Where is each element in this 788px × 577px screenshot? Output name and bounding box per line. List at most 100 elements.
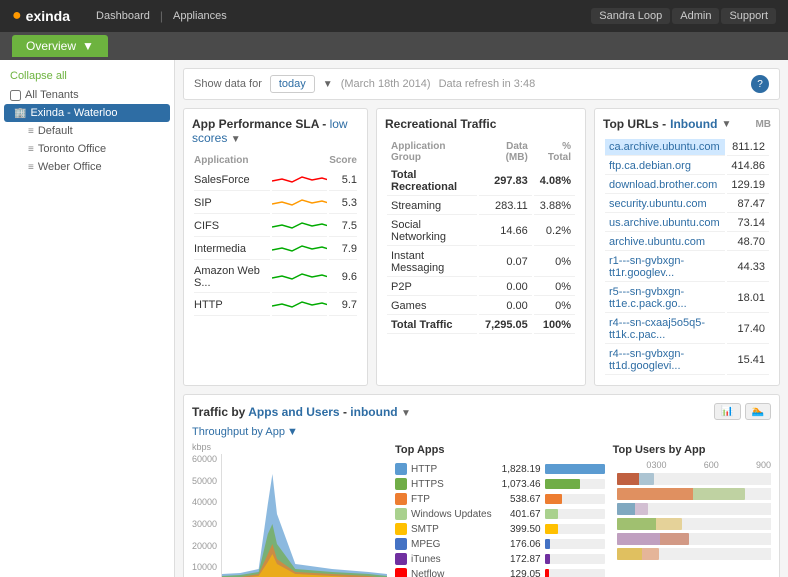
sub-nav: Overview ▼: [0, 32, 788, 60]
app-bar-row: MPEG 176.06: [395, 538, 605, 550]
charts-row: Throughput by App ▼ kbps 60000 50000 400…: [192, 426, 771, 577]
app-name: iTunes: [411, 554, 492, 565]
menu-icon-3: ≡: [28, 162, 34, 173]
nav-appliances[interactable]: Appliances: [163, 10, 237, 22]
sidebar: Collapse all All Tenants 🏢 Exinda - Wate…: [0, 60, 175, 577]
url-row: r4---sn-cxaaj5o5q5-tt1k.c.pac... 17.40: [605, 315, 769, 344]
url-value: 811.12: [727, 139, 769, 156]
user-menu[interactable]: Sandra Loop: [591, 8, 670, 24]
url-row: r5---sn-gvbxgn-tt1e.c.pack.go... 18.01: [605, 284, 769, 313]
user-bar-row: [613, 533, 771, 545]
user-bar-track: [617, 548, 771, 560]
url-value: 15.41: [727, 346, 769, 375]
chart-view-btn[interactable]: 📊: [714, 403, 740, 420]
url-text: ca.archive.ubuntu.com: [605, 139, 725, 156]
url-text: archive.ubuntu.com: [605, 234, 725, 251]
data-refresh: Data refresh in Data refresh in 3:483:48: [439, 78, 536, 90]
sidebar-item-waterloo[interactable]: 🏢 Exinda - Waterloo: [4, 104, 170, 122]
menu-icon-2: ≡: [28, 144, 34, 155]
all-tenants-checkbox[interactable]: [10, 90, 21, 101]
today-button[interactable]: today: [270, 75, 315, 93]
app-bar-track: [545, 554, 605, 564]
traffic-direction-link[interactable]: inbound: [350, 405, 397, 419]
app-color-swatch: [395, 478, 407, 490]
app-value: 129.05: [496, 569, 541, 577]
recreational-title: Recreational Traffic: [385, 117, 577, 131]
rec-pct: 100%: [534, 317, 575, 334]
app-bar-row: SMTP 399.50: [395, 523, 605, 535]
app-bar-fill: [545, 569, 549, 577]
overview-tab[interactable]: Overview ▼: [12, 35, 108, 57]
sla-app-name: Intermedia: [194, 239, 270, 260]
top-users-bars: [613, 473, 771, 560]
rec-data: 14.66: [479, 217, 532, 246]
app-bar-track: [545, 569, 605, 577]
top-nav: ● exinda Dashboard | Appliances Sandra L…: [0, 0, 788, 32]
logo-text: exinda: [26, 8, 70, 24]
url-row: r4---sn-gvbxgn-tt1d.googlevi... 15.41: [605, 346, 769, 375]
url-text: download.brother.com: [605, 177, 725, 194]
traffic-controls: 📊 🏊: [714, 403, 771, 420]
traffic-direction-arrow-icon: ▼: [401, 408, 411, 419]
user-bar-row: [613, 518, 771, 530]
collapse-all-button[interactable]: Collapse all: [0, 66, 174, 86]
app-bar-row: Netflow 129.05: [395, 568, 605, 577]
sla-col-sparkline: [272, 153, 327, 168]
app-value: 538.67: [496, 494, 541, 505]
rec-row: Total Traffic 7,295.05 100%: [387, 317, 575, 334]
user-bar-track: [617, 533, 771, 545]
sidebar-item-default[interactable]: ≡ Default: [0, 122, 174, 140]
user-bar-row: [613, 503, 771, 515]
admin-menu[interactable]: Admin: [672, 8, 719, 24]
app-bar-row: iTunes 172.87: [395, 553, 605, 565]
user-bar-row: [613, 473, 771, 485]
nav-dashboard[interactable]: Dashboard: [86, 10, 160, 22]
recreational-panel: Recreational Traffic Application GroupDa…: [376, 108, 586, 386]
app-name: SMTP: [411, 524, 492, 535]
app-bar-track: [545, 464, 605, 474]
sla-score: 5.1: [329, 170, 357, 191]
today-arrow-icon: ▼: [323, 79, 333, 90]
top-apps-area: Top Apps HTTP 1,828.19 HTTPS 1,073.46 FT…: [395, 426, 605, 577]
top-users-by-app-area: Top Users by App 0 300 600 900: [613, 426, 771, 577]
url-row: download.brother.com 129.19: [605, 177, 769, 194]
app-bar-row: Windows Updates 401.67: [395, 508, 605, 520]
support-menu[interactable]: Support: [721, 8, 776, 24]
sla-arrow-icon: ▼: [231, 134, 241, 145]
sla-row: HTTP 9.7: [194, 295, 357, 316]
y-axis-labels: 60000 50000 40000 30000 20000 10000: [192, 454, 221, 577]
app-bar-fill: [545, 479, 580, 489]
lock-icon: 🏢: [14, 108, 26, 119]
rec-group: Social Networking: [387, 217, 477, 246]
app-name: HTTP: [411, 464, 492, 475]
logo: ● exinda: [12, 7, 70, 25]
apps-users-link[interactable]: Apps and Users: [248, 405, 339, 419]
sidebar-item-weber[interactable]: ≡ Weber Office: [0, 158, 174, 176]
rec-group: Total Traffic: [387, 317, 477, 334]
table-view-btn[interactable]: 🏊: [745, 403, 771, 420]
sla-col-score: Score: [329, 153, 357, 168]
app-bar-fill: [545, 494, 563, 504]
all-tenants-label: All Tenants: [25, 89, 79, 101]
sla-app-name: Amazon Web S...: [194, 262, 270, 293]
rec-pct: 4.08%: [534, 167, 575, 196]
sla-sparkline: [272, 216, 327, 237]
chart-area-title[interactable]: Throughput by App ▼: [192, 426, 387, 438]
rec-row: P2P 0.00 0%: [387, 279, 575, 296]
inbound-direction-link[interactable]: Inbound: [670, 117, 717, 131]
url-value: 73.14: [727, 215, 769, 232]
app-value: 172.87: [496, 554, 541, 565]
chart-canvas-container: 12:00 am 5:45 am 11:30 am 5:15 pm 11:00 …: [221, 454, 387, 577]
all-tenants-row[interactable]: All Tenants: [0, 86, 174, 104]
weber-label: Weber Office: [38, 161, 102, 173]
sidebar-item-toronto[interactable]: ≡ Toronto Office: [0, 140, 174, 158]
rec-pct: 0%: [534, 298, 575, 315]
rec-pct: 0%: [534, 279, 575, 296]
rec-data: 7,295.05: [479, 317, 532, 334]
rec-group: P2P: [387, 279, 477, 296]
help-button[interactable]: ?: [751, 75, 769, 93]
url-row: security.ubuntu.com 87.47: [605, 196, 769, 213]
app-name: MPEG: [411, 539, 492, 550]
user-seg-2: [642, 548, 659, 560]
url-row: archive.ubuntu.com 48.70: [605, 234, 769, 251]
